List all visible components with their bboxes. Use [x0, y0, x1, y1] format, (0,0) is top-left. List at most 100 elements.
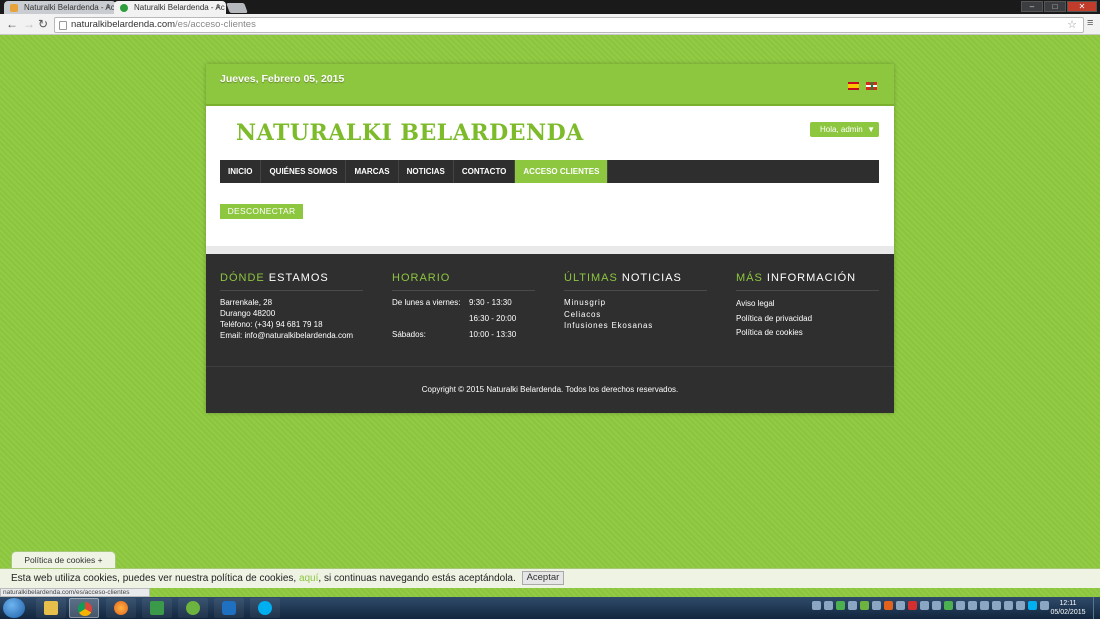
- taskbar-teamviewer[interactable]: [214, 598, 244, 618]
- taskbar-ftp[interactable]: [142, 598, 172, 618]
- address-line: Durango 48200: [220, 309, 276, 318]
- forward-arrow-icon[interactable]: →: [23, 17, 35, 31]
- taskbar-skype[interactable]: [250, 598, 280, 618]
- privacy-link[interactable]: Política de privacidad: [736, 312, 879, 327]
- site-footer: DÓNDE ESTAMOS Barrenkale, 28 Durango 482…: [206, 254, 894, 366]
- site-favicon-icon: [10, 4, 18, 12]
- tray-icon[interactable]: [1028, 601, 1037, 610]
- footer-column-location: DÓNDE ESTAMOS Barrenkale, 28 Durango 482…: [220, 272, 363, 341]
- browser-menu-icon[interactable]: ≡: [1087, 17, 1093, 29]
- footer-column-more-info: MÁS INFORMACIÓN Aviso legal Política de …: [736, 272, 879, 341]
- window-minimize-button[interactable]: –: [1021, 1, 1043, 12]
- browser-tab-strip: Naturalki Belardenda - Ac × Naturalki Be…: [0, 0, 1100, 14]
- tray-icon[interactable]: [872, 601, 881, 610]
- tray-icon[interactable]: [1016, 601, 1025, 610]
- system-tray: [812, 601, 1049, 610]
- cookie-notice-bar: Esta web utiliza cookies, puedes ver nue…: [0, 568, 1100, 588]
- start-button[interactable]: [3, 598, 25, 618]
- cookie-policy-tab[interactable]: Política de cookies +: [11, 551, 116, 568]
- hours-row: 16:30 - 20:00: [469, 314, 517, 323]
- transfer-icon: [150, 601, 164, 615]
- news-link[interactable]: Infusiones Ekosanas: [564, 320, 707, 332]
- cookies-link[interactable]: Política de cookies: [736, 326, 879, 341]
- window-close-button[interactable]: ✕: [1067, 1, 1097, 12]
- footer-heading: MÁS INFORMACIÓN: [736, 272, 879, 291]
- news-link[interactable]: Celiacos: [564, 309, 707, 321]
- volume-icon[interactable]: [980, 601, 989, 610]
- firefox-icon: [114, 601, 128, 615]
- current-date: Jueves, Febrero 05, 2015: [220, 73, 345, 85]
- skype-icon: [258, 601, 272, 615]
- cookie-text: Esta web utiliza cookies, puedes ver nue…: [11, 573, 299, 584]
- bookmark-star-icon[interactable]: ☆: [1067, 18, 1077, 32]
- browser-toolbar: ← → ↻ naturalkibelardenda.com/es/acceso-…: [0, 14, 1100, 35]
- legal-link[interactable]: Aviso legal: [736, 297, 879, 312]
- spanish-flag-icon[interactable]: [848, 82, 859, 90]
- back-arrow-icon[interactable]: ←: [6, 17, 18, 31]
- tray-icon[interactable]: [944, 601, 953, 610]
- footer-heading: HORARIO: [392, 272, 535, 291]
- tray-icon[interactable]: [908, 601, 917, 610]
- cookie-policy-link[interactable]: aquí: [299, 573, 318, 584]
- nav-item-contacto[interactable]: CONTACTO: [454, 160, 516, 183]
- divider: [206, 246, 894, 254]
- window-maximize-button[interactable]: □: [1044, 1, 1066, 12]
- hours-row: De lunes a viernes: 9:30 - 13:30: [392, 298, 512, 307]
- tray-icon[interactable]: [824, 601, 833, 610]
- nav-item-quienes-somos[interactable]: QUIÉNES SOMOS: [261, 160, 347, 183]
- nav-item-noticias[interactable]: NOTICIAS: [399, 160, 454, 183]
- address-bar[interactable]: naturalkibelardenda.com/es/acceso-client…: [54, 17, 1084, 33]
- url-path: /es/acceso-clientes: [175, 19, 256, 30]
- user-greeting: Hola, admin: [820, 125, 863, 134]
- flag-icon[interactable]: [992, 601, 1001, 610]
- taskbar-explorer[interactable]: [36, 598, 66, 618]
- tray-icon[interactable]: [896, 601, 905, 610]
- site-header: NATURALKI BELARDENDA Hola, admin ▼ INICI…: [206, 106, 894, 246]
- page-icon: [59, 21, 67, 30]
- basque-flag-icon[interactable]: [866, 82, 877, 90]
- tab-close-icon[interactable]: ×: [216, 1, 221, 14]
- utorrent-icon: [186, 601, 200, 615]
- news-link[interactable]: Minusgrip: [564, 297, 707, 309]
- tray-icon[interactable]: [860, 601, 869, 610]
- taskbar-chrome[interactable]: [69, 598, 99, 618]
- status-bar-url: naturalkibelardenda.com/es/acceso-client…: [0, 588, 150, 597]
- nav-item-marcas[interactable]: MARCAS: [346, 160, 399, 183]
- email-line[interactable]: Email: info@naturalkibelardenda.com: [220, 330, 363, 341]
- browser-tab-active[interactable]: Naturalki Belardenda - Ac ×: [114, 1, 226, 14]
- tray-icon[interactable]: [848, 601, 857, 610]
- main-navigation: INICIO QUIÉNES SOMOS MARCAS NOTICIAS CON…: [220, 160, 879, 183]
- reload-icon[interactable]: ↻: [38, 17, 48, 31]
- show-desktop-button[interactable]: [1093, 597, 1100, 619]
- site-topbar: Jueves, Febrero 05, 2015: [206, 64, 894, 106]
- user-menu-dropdown[interactable]: Hola, admin ▼: [810, 122, 879, 137]
- url-host: naturalkibelardenda.com: [71, 19, 176, 30]
- nav-item-inicio[interactable]: INICIO: [220, 160, 262, 183]
- browser-tab[interactable]: Naturalki Belardenda - Ac ×: [4, 1, 116, 14]
- accept-cookies-button[interactable]: Aceptar: [521, 571, 565, 586]
- windows-taskbar: 12:11 05/02/2015: [0, 597, 1100, 619]
- hours-row: Sábados: 10:00 - 13:30: [392, 330, 517, 339]
- tray-icon[interactable]: [920, 601, 929, 610]
- tab-close-icon[interactable]: ×: [106, 1, 111, 14]
- tray-icon[interactable]: [1004, 601, 1013, 610]
- nav-item-acceso-clientes[interactable]: ACCESO CLIENTES: [515, 160, 609, 183]
- tray-icon[interactable]: [956, 601, 965, 610]
- chrome-icon: [78, 602, 92, 616]
- site-logo[interactable]: NATURALKI BELARDENDA: [236, 120, 584, 146]
- network-icon[interactable]: [968, 601, 977, 610]
- tray-icon[interactable]: [812, 601, 821, 610]
- new-tab-button[interactable]: [226, 3, 248, 13]
- logout-button[interactable]: DESCONECTAR: [220, 204, 303, 219]
- clock-time: 12:11: [1059, 600, 1077, 607]
- tray-icon[interactable]: [836, 601, 845, 610]
- taskbar-firefox[interactable]: [106, 598, 136, 618]
- system-clock[interactable]: 12:11 05/02/2015: [1048, 599, 1088, 617]
- footer-bottom: Copyright © 2015 Naturalki Belardenda. T…: [206, 366, 894, 413]
- tray-icon[interactable]: [932, 601, 941, 610]
- tab-title: Naturalki Belardenda - Ac: [24, 3, 115, 12]
- chevron-down-icon: ▼: [867, 125, 875, 134]
- taskbar-utorrent[interactable]: [178, 598, 208, 618]
- site-container: Jueves, Febrero 05, 2015 NATURALKI BELAR…: [206, 64, 894, 413]
- tray-icon[interactable]: [884, 601, 893, 610]
